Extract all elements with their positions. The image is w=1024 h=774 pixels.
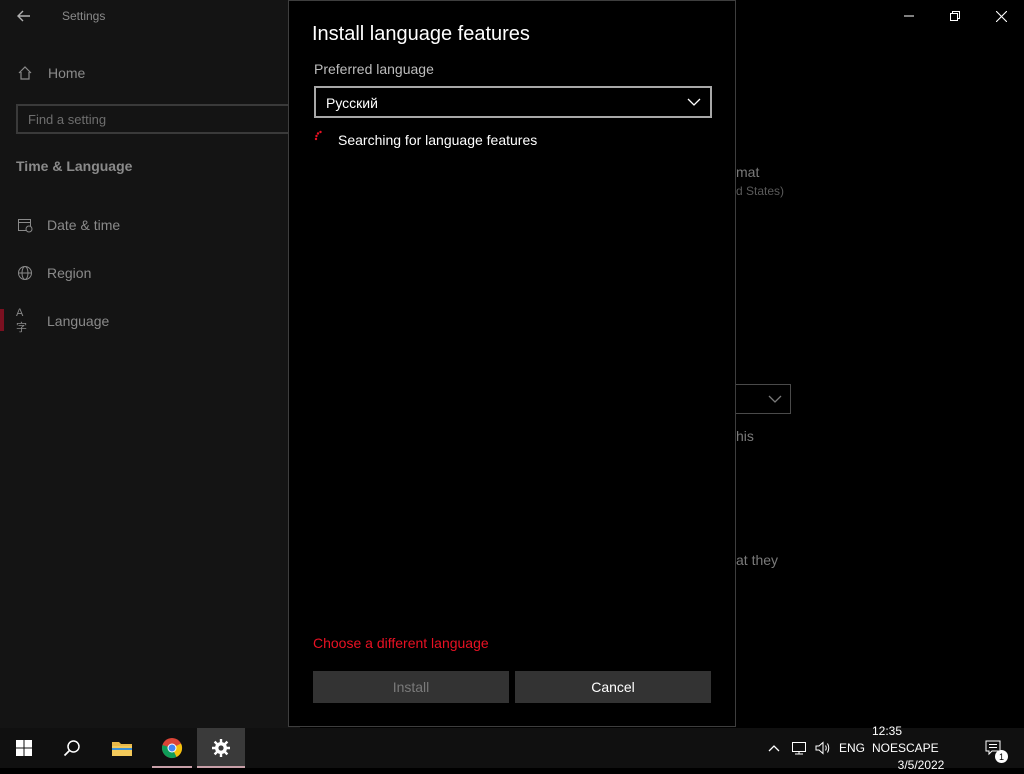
format-heading-fragment: mat xyxy=(736,164,760,180)
back-arrow-icon xyxy=(17,10,30,22)
restore-icon xyxy=(950,11,960,21)
globe-icon xyxy=(16,264,34,282)
search-button[interactable] xyxy=(48,728,96,768)
status-text: Searching for language features xyxy=(338,132,538,148)
settings-sidebar: Settings Home Find a setting Time & Lang… xyxy=(0,0,300,728)
speaker-icon xyxy=(815,741,830,755)
selected-language: Русский xyxy=(326,95,378,111)
that-they-fragment: at they xyxy=(736,552,779,568)
sidebar-item-home[interactable]: Home xyxy=(0,53,300,93)
chrome-icon xyxy=(162,738,183,759)
sidebar-item-label: Language xyxy=(47,313,110,329)
window-title: Settings xyxy=(62,9,106,23)
settings-search-input[interactable]: Find a setting xyxy=(16,104,298,134)
volume-button[interactable] xyxy=(812,728,834,768)
home-icon xyxy=(16,64,34,82)
taskbar: ENG 12:35 NOESCAPE 3/5/2022 1 xyxy=(0,724,1024,772)
choose-different-language-link[interactable]: Choose a different language xyxy=(313,635,489,651)
taskbar-file-explorer[interactable] xyxy=(98,728,146,768)
background-dropdown[interactable] xyxy=(736,384,791,414)
install-language-dialog: Install language features Preferred lang… xyxy=(288,0,736,727)
gear-icon xyxy=(212,739,230,757)
clock-date: 3/5/2022 xyxy=(897,757,945,772)
windows-logo-icon xyxy=(16,740,32,756)
install-button[interactable]: Install xyxy=(313,671,509,703)
search-icon xyxy=(63,740,80,757)
clock-button[interactable]: 12:35 NOESCAPE 3/5/2022 xyxy=(872,724,970,772)
minimize-icon xyxy=(904,15,914,17)
chevron-down-icon xyxy=(687,98,701,106)
folder-icon xyxy=(112,742,132,756)
preferred-language-dropdown[interactable]: Русский xyxy=(314,86,712,118)
this-fragment: his xyxy=(736,428,754,444)
show-hidden-icons-button[interactable] xyxy=(764,728,784,768)
calendar-icon xyxy=(16,216,34,234)
region-fragment: d States) xyxy=(736,184,785,198)
restore-button[interactable] xyxy=(932,0,978,32)
sidebar-item-label: Region xyxy=(47,265,92,281)
clock-time: 12:35 NOESCAPE xyxy=(872,723,939,755)
chevron-up-icon xyxy=(768,745,780,752)
close-icon xyxy=(995,10,1007,22)
taskbar-chrome[interactable] xyxy=(148,728,196,768)
input-language-button[interactable]: ENG xyxy=(836,728,868,768)
notification-badge: 1 xyxy=(995,750,1008,763)
close-button[interactable] xyxy=(978,0,1024,32)
back-button[interactable] xyxy=(10,4,38,28)
network-icon xyxy=(792,742,806,755)
sidebar-item-region[interactable]: Region xyxy=(0,253,300,293)
loading-spinner-icon xyxy=(314,130,322,141)
taskbar-settings[interactable] xyxy=(197,728,245,768)
dialog-title: Install language features xyxy=(312,23,530,45)
minimize-button[interactable] xyxy=(886,0,932,32)
section-title: Time & Language xyxy=(16,158,133,174)
sidebar-item-date-time[interactable]: Date & time xyxy=(0,205,300,245)
start-button[interactable] xyxy=(0,728,48,768)
action-center-button[interactable]: 1 xyxy=(978,728,1010,768)
chevron-down-icon xyxy=(768,395,782,403)
cancel-button[interactable]: Cancel xyxy=(515,671,711,703)
sidebar-item-label: Home xyxy=(48,65,86,81)
sidebar-item-label: Date & time xyxy=(47,217,121,233)
language-icon: A字 xyxy=(16,307,27,334)
sidebar-item-language[interactable]: A字 Language xyxy=(0,301,300,341)
network-button[interactable] xyxy=(788,728,810,768)
search-placeholder: Find a setting xyxy=(28,112,107,127)
preferred-language-label: Preferred language xyxy=(314,61,434,77)
